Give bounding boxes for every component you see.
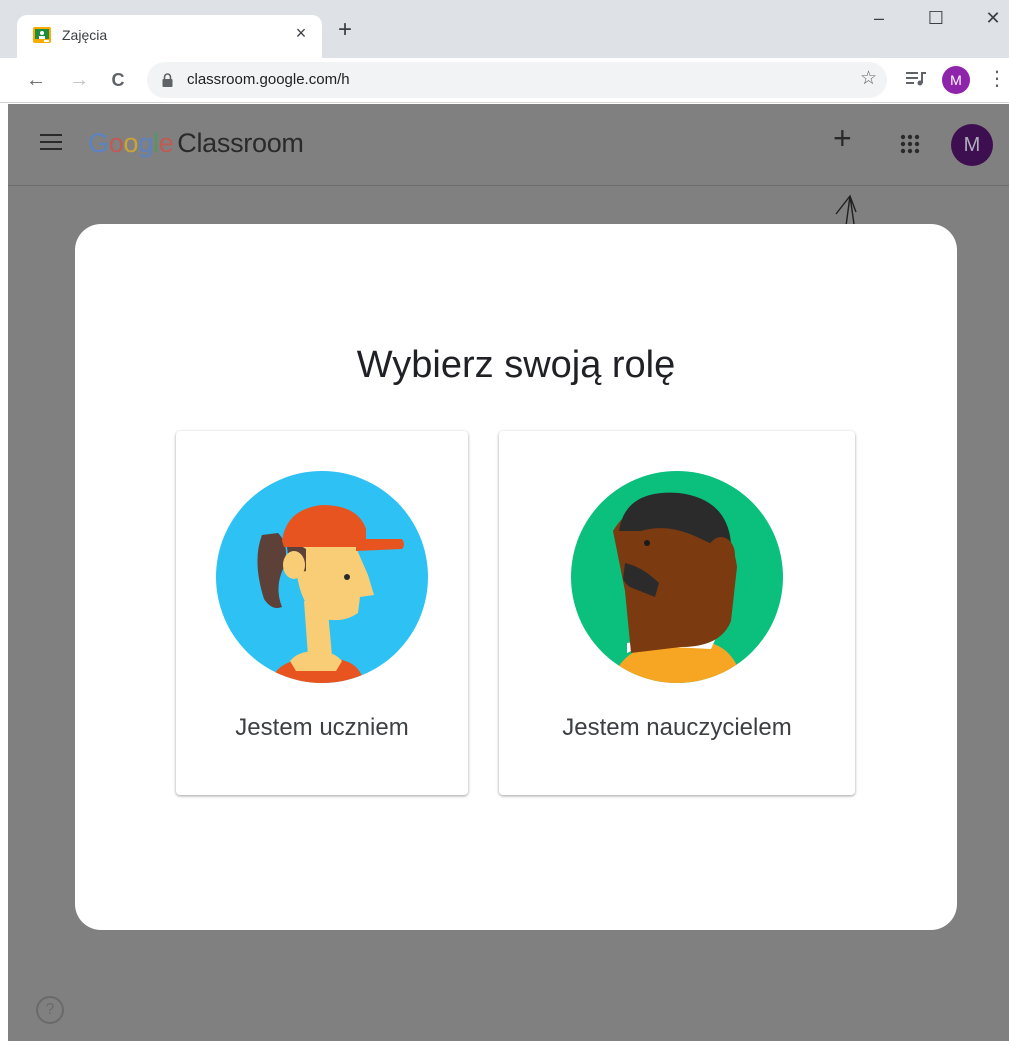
google-letter: g bbox=[138, 128, 153, 158]
apps-grid-icon[interactable] bbox=[900, 134, 920, 154]
student-role-card[interactable]: Jestem uczniem bbox=[176, 431, 468, 795]
create-join-class-button[interactable]: + bbox=[833, 122, 852, 154]
address-bar[interactable]: classroom.google.com/h ☆ bbox=[147, 62, 887, 98]
classroom-favicon-icon bbox=[33, 27, 51, 43]
bookmark-star-icon[interactable]: ☆ bbox=[860, 67, 877, 90]
app-header: Google Classroom + M bbox=[8, 104, 1009, 186]
new-tab-button[interactable]: + bbox=[338, 18, 352, 42]
close-window-button[interactable]: ✕ bbox=[978, 8, 1008, 29]
maximize-button[interactable]: ☐ bbox=[921, 8, 951, 29]
back-button[interactable]: ← bbox=[23, 66, 49, 94]
dialog-title: Wybierz swoją rolę bbox=[356, 344, 676, 386]
google-letter: G bbox=[88, 128, 109, 158]
hand-drawn-arrow-icon bbox=[835, 194, 857, 227]
main-menu-icon[interactable] bbox=[40, 134, 62, 150]
profile-avatar-button[interactable]: M bbox=[942, 66, 970, 94]
browser-toolbar: ← → C classroom.google.com/h ☆ M ⋮ bbox=[0, 58, 1009, 103]
student-role-label: Jestem uczniem bbox=[235, 714, 409, 741]
teacher-role-label: Jestem nauczycielem bbox=[562, 714, 792, 741]
forward-button[interactable]: → bbox=[66, 66, 92, 94]
google-classroom-logo[interactable]: Google Classroom bbox=[88, 128, 304, 159]
google-wordmark: Google bbox=[88, 128, 174, 158]
google-letter: o bbox=[123, 128, 139, 158]
help-icon[interactable]: ? bbox=[36, 996, 64, 1024]
media-control-icon[interactable] bbox=[905, 67, 927, 89]
close-tab-icon[interactable]: × bbox=[291, 23, 311, 44]
browser-tab-strip: Zajęcia × + – ☐ ✕ bbox=[0, 0, 1009, 58]
teacher-role-card[interactable]: Jestem nauczycielem bbox=[499, 431, 855, 795]
role-selection-dialog: Wybierz swoją rolę Jestem uczniem Jestem… bbox=[75, 224, 957, 930]
tab-title: Zajęcia bbox=[62, 27, 108, 43]
reload-button[interactable]: C bbox=[105, 66, 131, 94]
url-text[interactable]: classroom.google.com/h bbox=[187, 71, 350, 88]
google-letter: e bbox=[158, 128, 174, 158]
google-letter: l bbox=[152, 128, 159, 158]
google-letter: o bbox=[108, 128, 124, 158]
browser-tab[interactable]: Zajęcia × bbox=[17, 15, 322, 58]
account-avatar[interactable]: M bbox=[951, 124, 993, 166]
minimize-button[interactable]: – bbox=[864, 8, 894, 29]
student-illustration-icon bbox=[216, 471, 428, 683]
lock-icon bbox=[162, 73, 173, 87]
browser-menu-icon[interactable]: ⋮ bbox=[987, 65, 1007, 93]
product-name: Classroom bbox=[177, 128, 304, 158]
teacher-illustration-icon bbox=[571, 471, 783, 683]
